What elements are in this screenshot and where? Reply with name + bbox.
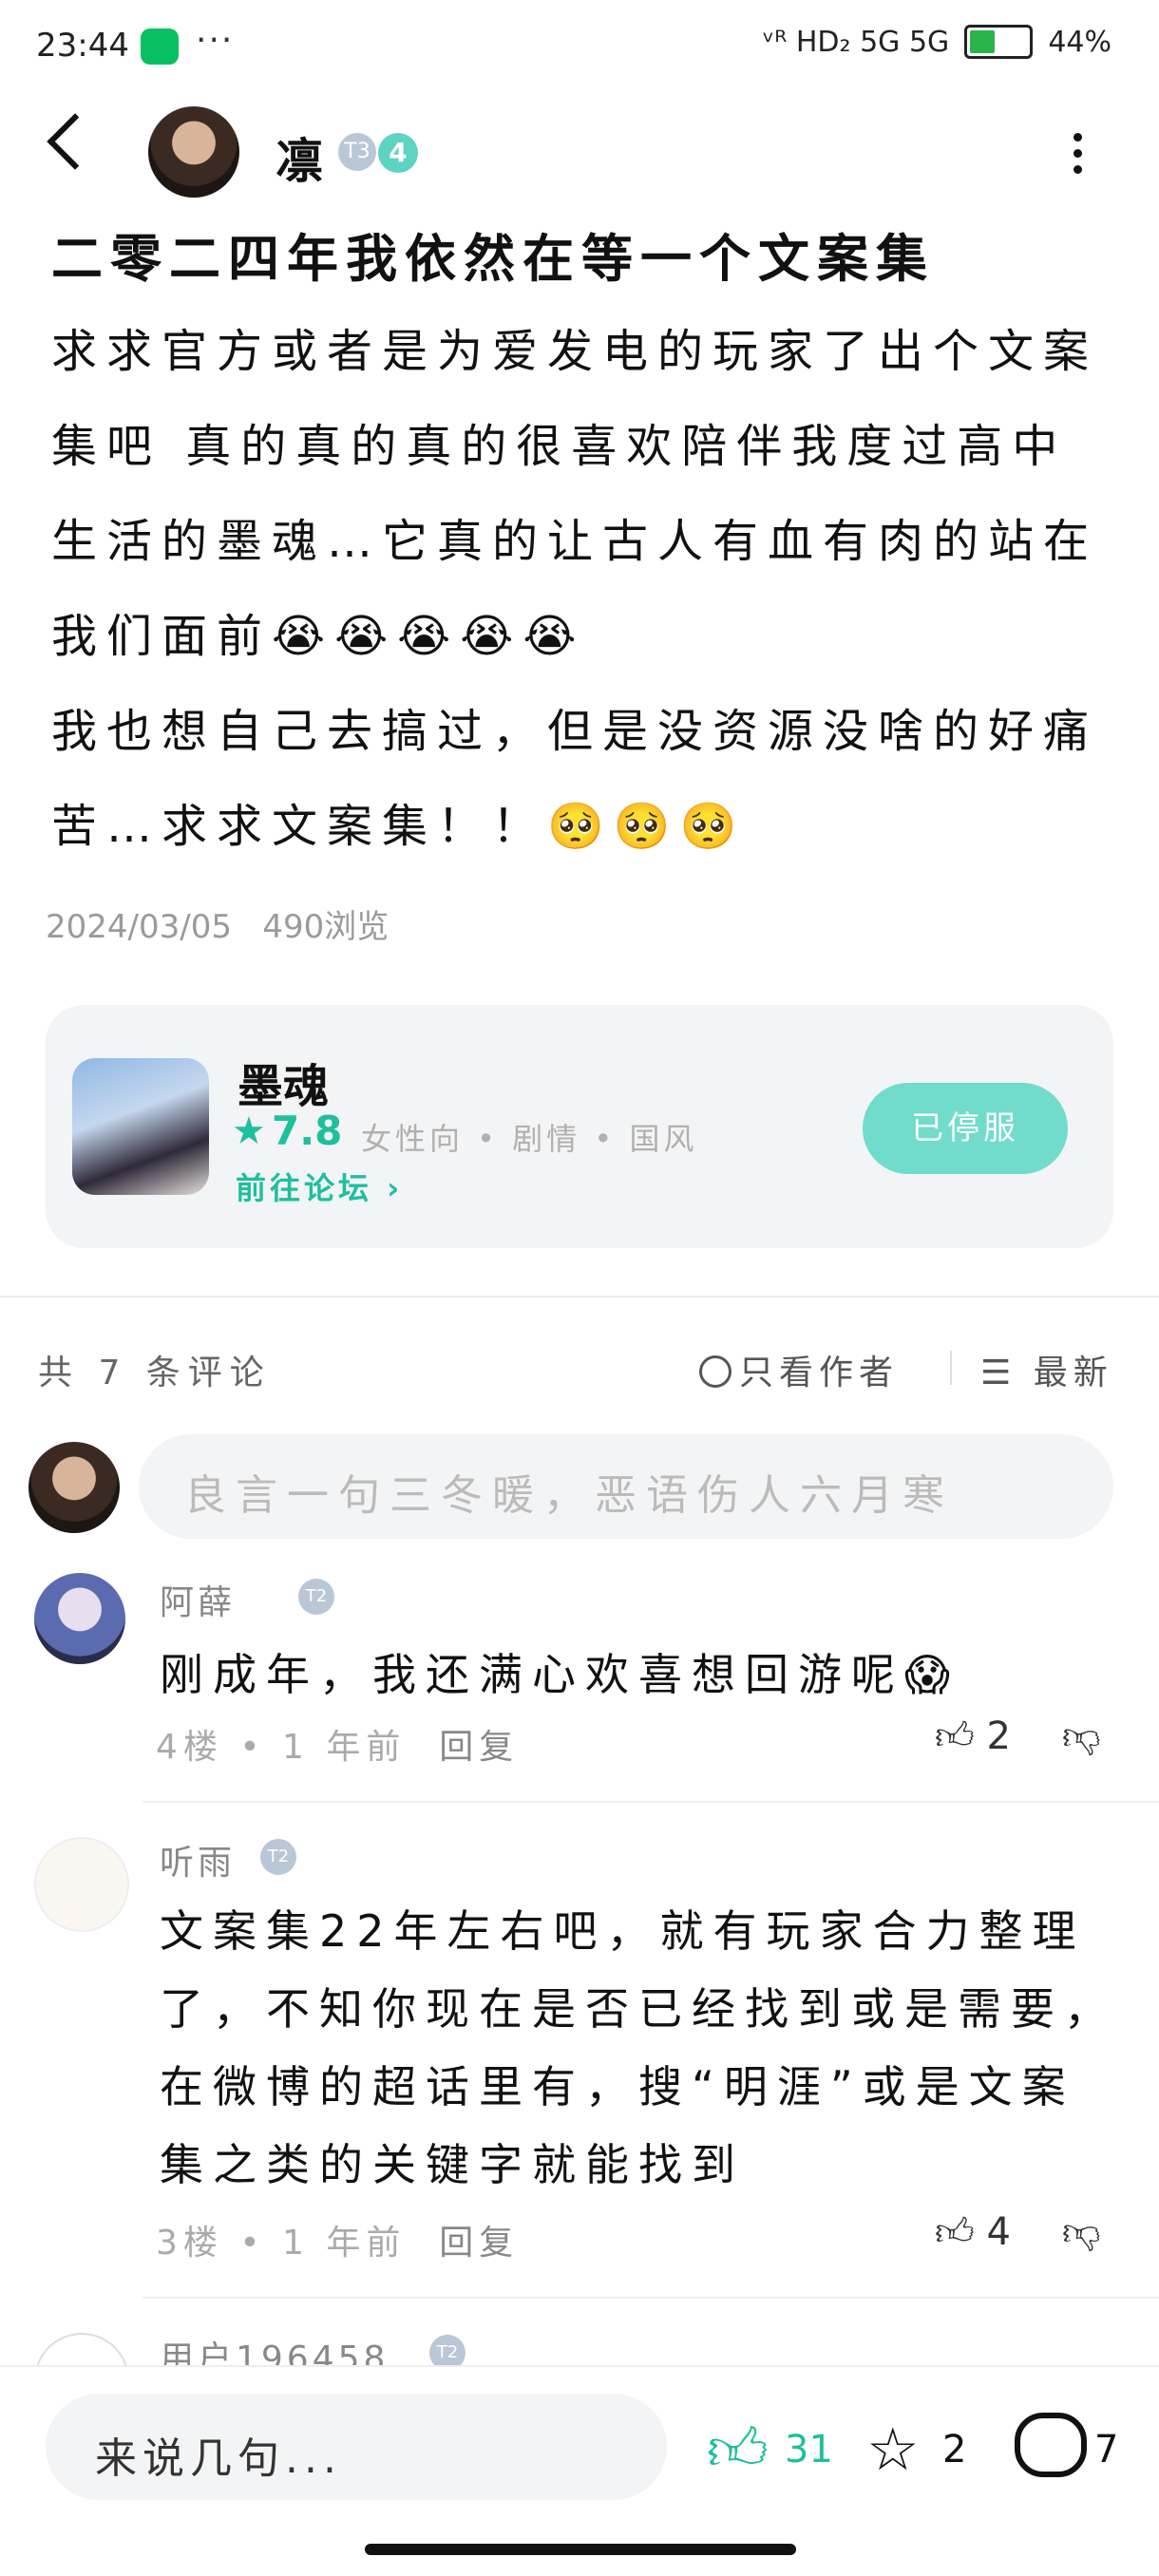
more-options-icon[interactable] (1074, 133, 1083, 181)
bottom-bar-divider (0, 2365, 1159, 2367)
sort-icon: ☰ (980, 1354, 1034, 1392)
reply-link[interactable]: 回复 (439, 2224, 519, 2263)
tier-badge: T2 (260, 1839, 296, 1875)
comment-text-line: 文案集22年左右吧，就有玩家合力整理 (160, 1905, 1086, 1957)
level-badge: 4 (378, 133, 418, 173)
comment-text-line: 了，不知你现在是否已经找到或是需要， (160, 1983, 1117, 2035)
signal-icon: ᵛᴿ HD₂ 5G 5G (762, 25, 950, 59)
commenter-avatar[interactable] (34, 1573, 125, 1664)
post-date: 2024/03/05 (46, 908, 232, 946)
post-body-line: 生活的墨魂…它真的让古人有血有肉的站在 (51, 515, 1099, 568)
section-divider (0, 1296, 1159, 1297)
post-body-line: 苦…求求文案集！！🥺🥺🥺 (51, 800, 747, 853)
post-body-line: 求求官方或者是为爱发电的玩家了出个文案 (51, 325, 1099, 378)
post-body: 求求官方或者是为爱发电的玩家了出个文案 集吧 真的真的真的很喜欢陪伴我度过高中 … (51, 304, 1125, 874)
post-views: 490浏览 (262, 908, 390, 946)
post-meta: 2024/03/05 490浏览 (46, 900, 389, 947)
author-avatar[interactable] (148, 106, 239, 198)
comment-bubble-icon[interactable] (1015, 2413, 1087, 2477)
comment-text-line: 集之类的关键字就能找到 (160, 2139, 745, 2190)
battery-icon (964, 25, 1034, 59)
commenter-name[interactable]: 阿薛 (160, 1575, 236, 1624)
like-count: 2 (986, 1714, 1011, 1758)
go-to-forum-link[interactable]: 前往论坛 › (236, 1165, 403, 1208)
my-avatar (28, 1442, 120, 1533)
thumb-up-icon: 👍︎ (935, 1714, 975, 1758)
post-comment-count: 7 (1094, 2428, 1119, 2472)
comment-text: 刚成年，我还满心欢喜想回游呢😱 (160, 1649, 960, 1700)
comment-floor: 4楼 (156, 1728, 223, 1767)
only-author-toggle[interactable]: 只看作者 (699, 1345, 899, 1394)
game-name[interactable]: 墨魂 (238, 1049, 329, 1115)
like-count: 4 (986, 2210, 1011, 2254)
comment-meta: 4楼 • 1 年前 回复 (156, 1728, 520, 1767)
status-time: 23:44 (36, 27, 129, 65)
comment-floor: 3楼 (156, 2224, 223, 2263)
thumb-up-icon: 👍︎ (935, 2210, 975, 2254)
post-title: 二零二四年我依然在等一个文案集 (51, 229, 935, 289)
comment-time: 1 年前 (282, 2224, 407, 2263)
comment-input-placeholder[interactable]: 良言一句三冬暖，恶语伤人六月寒 (184, 1461, 954, 1522)
post-like-count: 31 (785, 2428, 833, 2472)
game-tags: 女性向 • 剧情 • 国风 (361, 1121, 698, 1157)
more-notifications-icon: ··· (196, 21, 235, 60)
radio-circle-icon (699, 1355, 732, 1388)
sort-label: 最新 (1033, 1354, 1113, 1392)
tier-badge: T2 (298, 1579, 334, 1615)
comment-like[interactable]: 👍︎ 2 (935, 1714, 1011, 1759)
back-icon[interactable] (47, 113, 104, 170)
comment-like[interactable]: 👍︎ 4 (935, 2209, 1011, 2255)
post-body-line: 集吧 真的真的真的很喜欢陪伴我度过高中 (51, 420, 1068, 473)
service-stopped-button[interactable]: 已停服 (863, 1083, 1068, 1174)
reply-link[interactable]: 回复 (439, 1728, 519, 1767)
status-icons: ᵛᴿ HD₂ 5G 5G 44% (763, 25, 1112, 59)
tier-badge: T3 (338, 133, 376, 171)
divider (950, 1351, 952, 1385)
wechat-icon (141, 28, 179, 65)
star-icon: ★ (232, 1109, 266, 1153)
favorite-star-icon[interactable]: ☆ (866, 2415, 920, 2484)
bottom-comment-placeholder[interactable]: 来说几句... (95, 2424, 342, 2485)
like-thumb-icon[interactable]: 👍︎ (707, 2415, 769, 2486)
post-favorite-count: 2 (942, 2428, 967, 2472)
comment-divider (142, 2297, 1159, 2299)
comment-text-line: 在微博的超话里有，搜“明涯”或是文案 (160, 2061, 1075, 2112)
post-body-line: 我也想自己去搞过，但是没资源没啥的好痛 (51, 705, 1099, 758)
comment-count: 共 7 条评论 (38, 1354, 272, 1392)
thumb-down-icon[interactable]: 👎︎ (1062, 1714, 1101, 1759)
game-rating: 7.8 (272, 1108, 343, 1154)
comment-divider (142, 1801, 1159, 1803)
status-bar: 23:44 ··· ᵛᴿ HD₂ 5G 5G 44% (0, 0, 1159, 95)
game-icon[interactable] (72, 1058, 209, 1195)
post-body-line: 我们面前😭😭😭😭😭 (51, 610, 586, 663)
sort-toggle[interactable]: ☰ 最新 (980, 1345, 1113, 1394)
comment-meta: 3楼 • 1 年前 回复 (156, 2224, 520, 2263)
commenter-name[interactable]: 听雨 (160, 1835, 236, 1885)
comment-time: 1 年前 (282, 1728, 407, 1767)
author-name[interactable]: 凛 (276, 123, 323, 192)
battery-level: 44% (1048, 25, 1112, 59)
only-author-label: 只看作者 (739, 1354, 900, 1392)
comment-text: 文案集22年左右吧，就有玩家合力整理 了，不知你现在是否已经找到或是需要， 在微… (160, 1892, 1148, 2204)
commenter-avatar[interactable] (34, 1837, 129, 1932)
home-indicator[interactable] (365, 2544, 796, 2555)
thumb-down-icon[interactable]: 👎︎ (1062, 2209, 1101, 2255)
